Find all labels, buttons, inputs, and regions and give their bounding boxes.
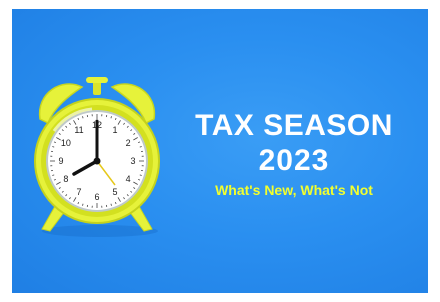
dial-number: 8	[63, 174, 68, 184]
image-frame: 121234567891011 TAX SEASON 2023 What's N…	[0, 0, 440, 302]
title-block: TAX SEASON 2023 What's New, What's Not	[160, 109, 428, 199]
dial-number: 10	[61, 138, 71, 148]
dial-number: 7	[76, 187, 81, 197]
subtitle: What's New, What's Not	[215, 182, 373, 198]
dial-number: 3	[130, 156, 135, 166]
dial-number: 5	[112, 187, 117, 197]
title-line-2: 2023	[258, 144, 330, 177]
alarm-clock-icon: 121234567891011	[22, 71, 172, 241]
dial-number: 9	[58, 156, 63, 166]
dial-number: 2	[126, 138, 131, 148]
title-line-1: TAX SEASON	[195, 109, 393, 142]
dial-number: 1	[112, 125, 117, 135]
dial-number: 6	[94, 192, 99, 202]
dial-number: 11	[74, 125, 83, 135]
dial-number: 4	[126, 174, 131, 184]
tax-season-banner: 121234567891011 TAX SEASON 2023 What's N…	[12, 9, 428, 293]
